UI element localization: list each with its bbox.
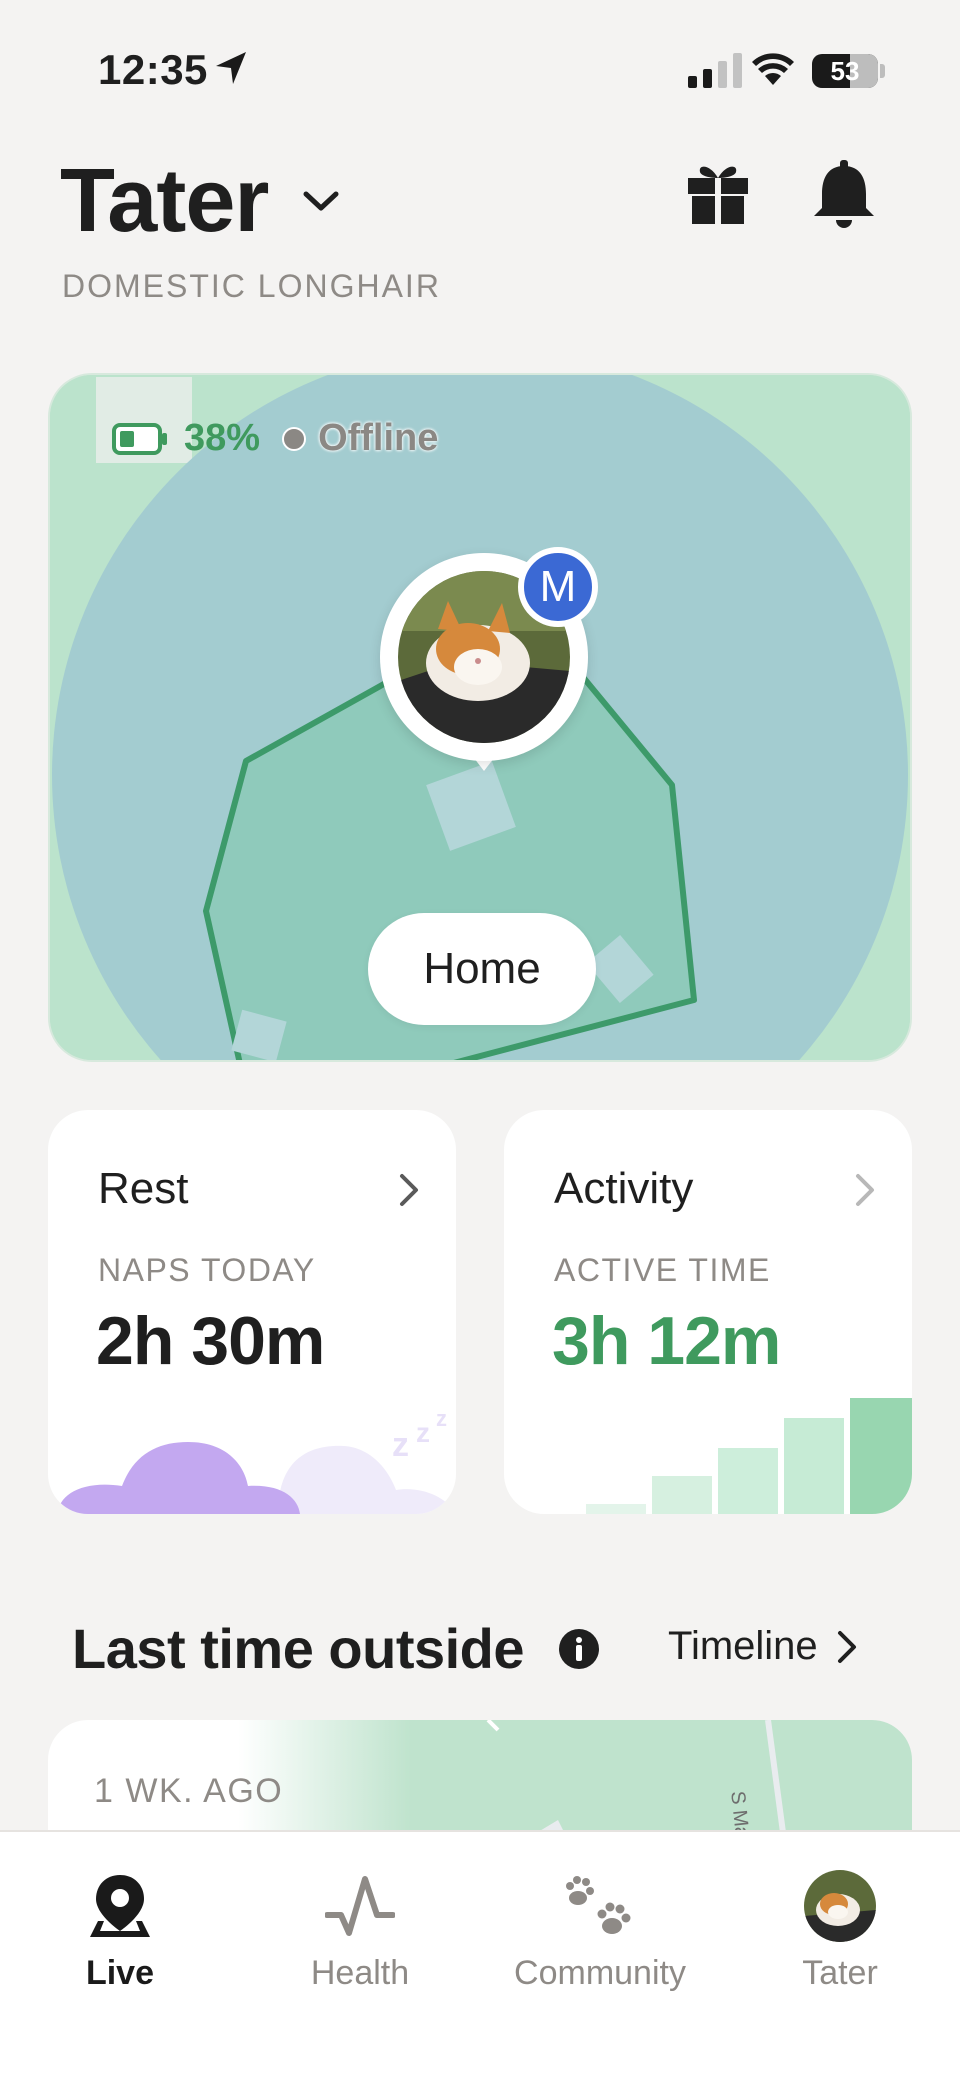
naps-value: 2h 30m [96,1303,325,1379]
active-time-value: 3h 12m [552,1303,781,1379]
battery-level: 53 [830,55,860,86]
tab-label: Live [85,1954,155,1992]
activity-card[interactable]: Activity ACTIVE TIME 3h 12m [504,1110,912,1514]
offline-dot-icon [282,426,307,451]
chevron-right-icon [400,1174,418,1206]
tab-community[interactable]: Community [480,1866,720,1993]
gift-icon[interactable] [686,160,750,226]
svg-text:z: z [416,1417,430,1448]
info-icon[interactable] [558,1628,600,1670]
chevron-right-icon [856,1174,874,1206]
tab-bar: Live Health Community Tater [0,1830,960,2079]
tab-label: Health [310,1954,410,1992]
battery-icon: 53 [812,54,878,88]
tab-label: Community [514,1954,686,1992]
pet-avatar [804,1870,876,1942]
tracker-status: 38% Offline [112,417,438,460]
map-pin-icon [90,1875,150,1937]
connection-status: Offline [318,417,439,459]
activity-bars-illustration [586,1398,912,1514]
activity-title: Activity [554,1164,694,1213]
chevron-down-icon[interactable] [302,190,340,214]
paw-prints-icon [566,1876,631,1934]
rest-card[interactable]: z z z Rest NAPS TODAY 2h 30m [48,1110,456,1514]
status-bar: 12:35 53 [0,0,960,140]
cellular-signal-icon [688,52,742,88]
bell-icon[interactable] [812,160,876,232]
last-outside-time: 1 WK. AGO [94,1772,284,1810]
wifi-icon [752,53,794,85]
active-time-label: ACTIVE TIME [554,1252,771,1288]
rest-title: Rest [98,1164,189,1213]
timeline-link[interactable]: Timeline [668,1624,858,1669]
chevron-right-icon [837,1630,856,1663]
location-arrow-icon [216,52,246,84]
tab-live[interactable]: Live [0,1866,240,1993]
tracker-battery-percent: 38% [184,417,261,459]
tab-health[interactable]: Health [240,1866,480,1993]
battery-tip [880,64,885,78]
battery-icon [112,422,167,455]
last-outside-title: Last time outside [72,1617,525,1680]
pet-breed: DOMESTIC LONGHAIR [62,268,441,304]
timeline-label: Timeline [668,1624,818,1668]
live-map[interactable]: 38% Offline M Home [48,373,912,1062]
status-time: 12:35 [98,46,208,93]
naps-label: NAPS TODAY [98,1252,316,1288]
svg-text:z: z [436,1406,447,1431]
heartbeat-icon [325,1876,395,1936]
owner-badge: M [518,547,598,627]
tab-pet-profile[interactable]: Tater [720,1866,960,1993]
home-zone-label[interactable]: Home [368,913,596,1025]
sleeping-clouds-illustration: z z z [58,1406,456,1514]
pet-name[interactable]: Tater [60,150,269,253]
svg-text:z: z [392,1426,409,1464]
tab-label: Tater [802,1954,878,1992]
